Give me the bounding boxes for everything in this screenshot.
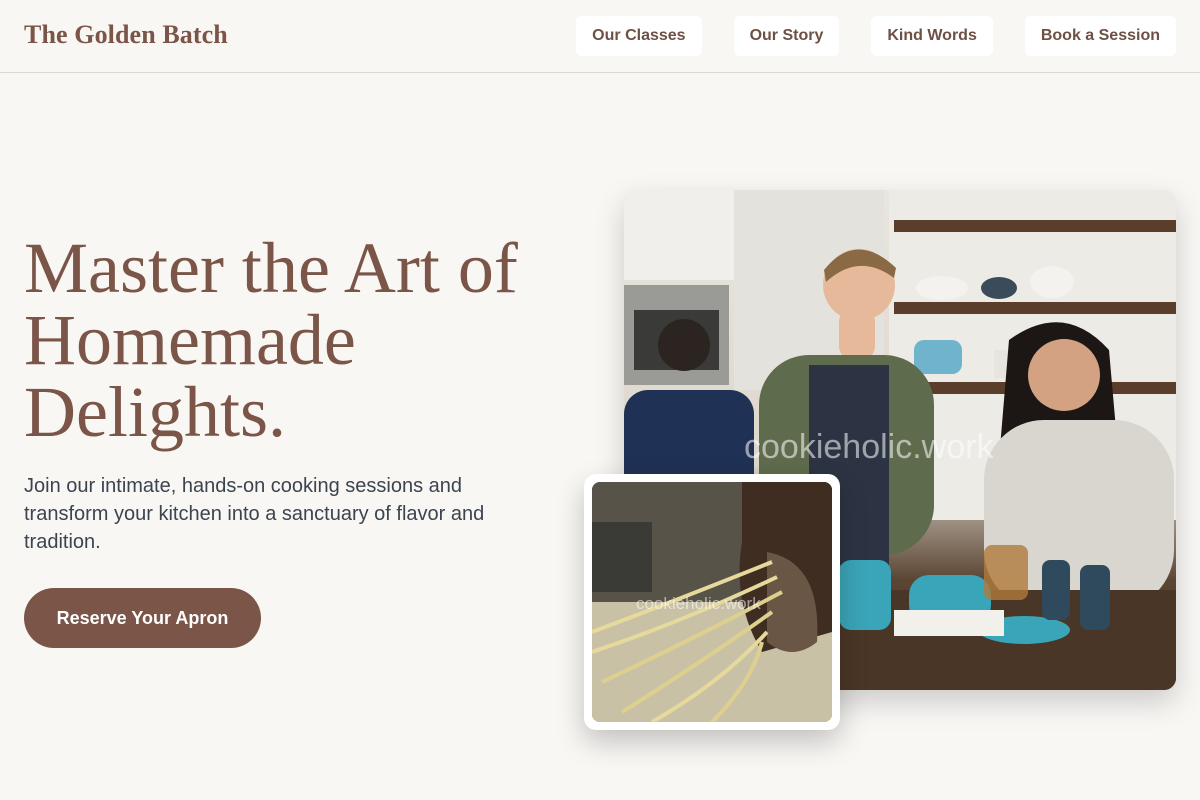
- pasta-closeup-photo: cookieholic.work: [584, 474, 840, 730]
- hero-headline: Master the Art of Homemade Delights.: [24, 232, 604, 448]
- site-header: The Golden Batch Our Classes Our Story K…: [0, 0, 1200, 73]
- nav-book-session[interactable]: Book a Session: [1024, 16, 1176, 56]
- reserve-apron-button[interactable]: Reserve Your Apron: [24, 588, 261, 648]
- headline-line-2: Homemade: [24, 300, 356, 380]
- pasta-closeup-image: cookieholic.work: [592, 482, 832, 722]
- headline-line-3: Delights.: [24, 372, 286, 452]
- headline-line-1: Master the Art of: [24, 228, 518, 308]
- hero-subcopy: Join our intimate, hands-on cooking sess…: [24, 475, 485, 553]
- nav-kind-words[interactable]: Kind Words: [871, 16, 993, 56]
- brand-logo[interactable]: The Golden Batch: [24, 20, 228, 50]
- nav-our-story[interactable]: Our Story: [733, 16, 840, 56]
- nav-our-classes[interactable]: Our Classes: [576, 16, 702, 56]
- main-nav: Our Classes Our Story Kind Words Book a …: [576, 16, 1176, 56]
- pasta-illustration: [592, 482, 832, 722]
